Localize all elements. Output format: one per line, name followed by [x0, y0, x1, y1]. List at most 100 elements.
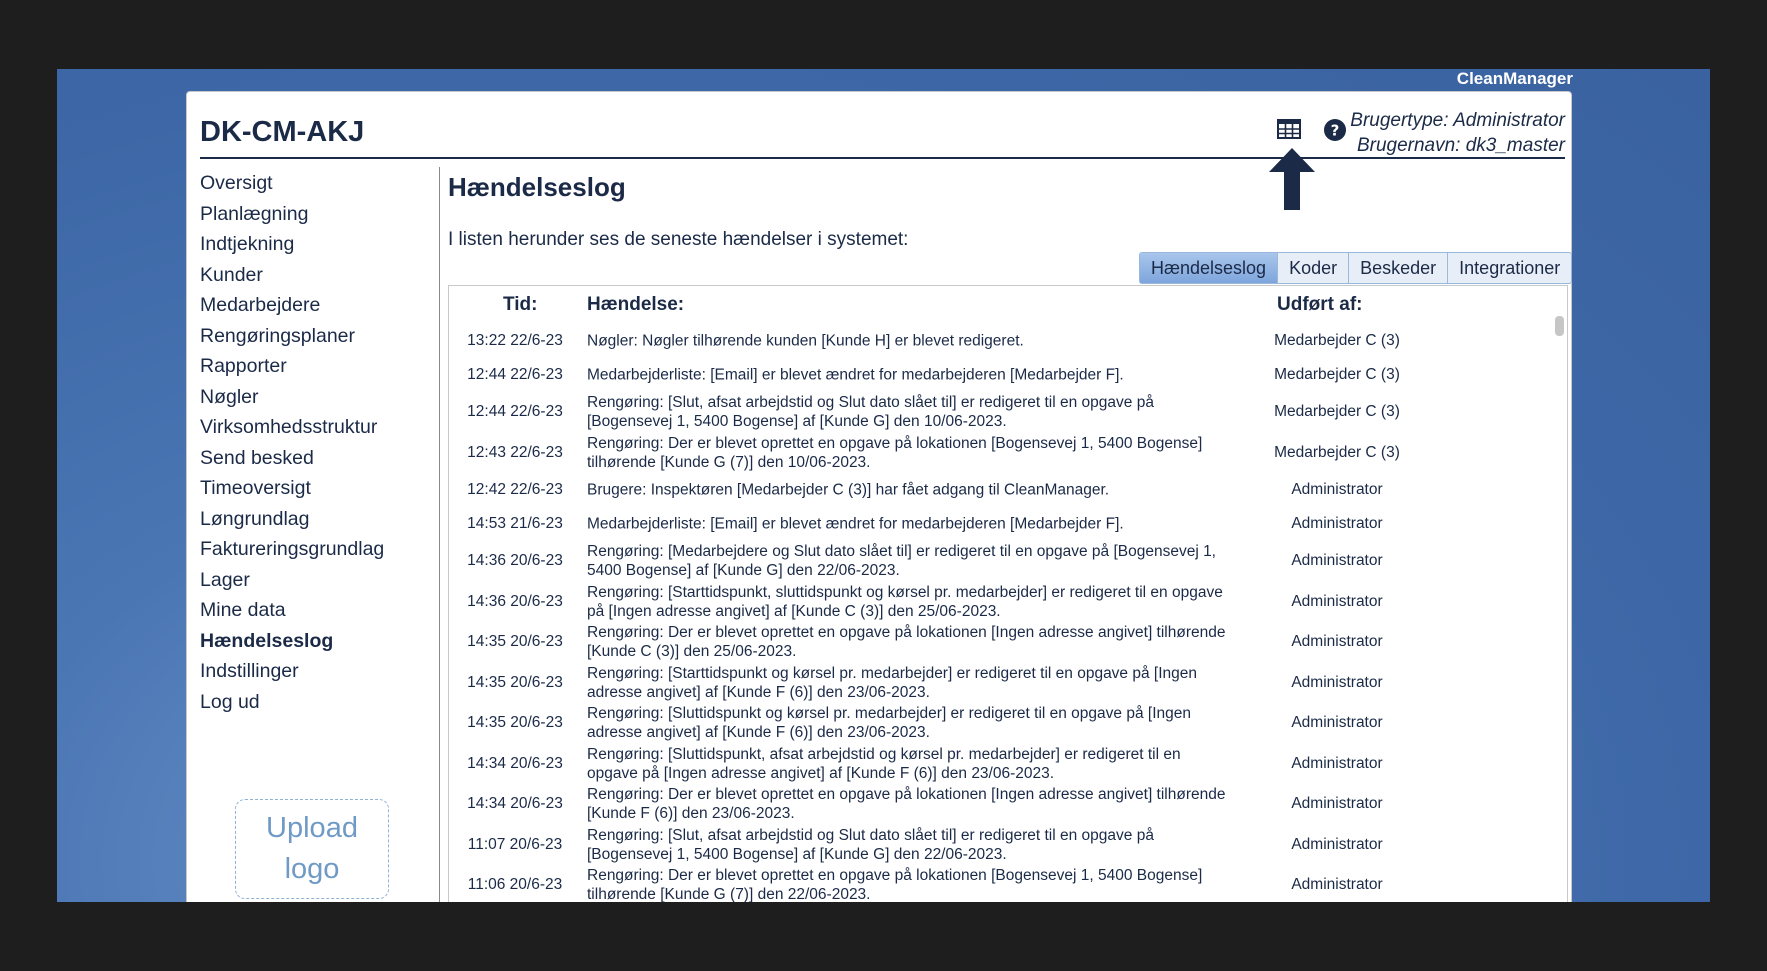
table-row: 14:35 20/6-23 Rengøring: [Starttidspunkt …	[449, 663, 1544, 704]
time-cell: 13:22 22/6-23	[467, 332, 563, 349]
performed-by-cell: Administrator	[1291, 754, 1383, 772]
table-row: 12:44 22/6-23 Medarbejderliste: [Email] e…	[449, 358, 1544, 392]
upload-logo-button[interactable]: Upload logo	[235, 799, 389, 899]
sidebar-item-rapporter[interactable]: Rapporter	[200, 351, 430, 382]
performed-by-cell: Administrator	[1291, 633, 1383, 651]
performed-by-cell: Medarbejder C (3)	[1274, 443, 1400, 461]
tab-bar: Hændelseslog Koder Beskeder Integrationer	[1139, 252, 1573, 284]
sidebar-item-indstillinger[interactable]: Indstillinger	[200, 656, 430, 687]
log-table-header: Tid: Hændelse: Udført af:	[449, 286, 1567, 318]
sidebar-item-faktureringsgrundlag[interactable]: Faktureringsgrundlag	[200, 534, 430, 565]
sidebar-item-longrundlag[interactable]: Løngrundlag	[200, 504, 430, 535]
tab-koder[interactable]: Koder	[1278, 253, 1350, 283]
sidebar-item-timeoversigt[interactable]: Timeoversigt	[200, 473, 430, 504]
table-grid-icon[interactable]	[1276, 118, 1302, 140]
column-header-time: Tid:	[503, 294, 538, 315]
sidebar-item-send-besked[interactable]: Send besked	[200, 443, 430, 474]
time-cell: 12:42 22/6-23	[467, 481, 563, 498]
performed-by-cell: Administrator	[1291, 876, 1383, 894]
performed-by-cell: Administrator	[1291, 673, 1383, 691]
event-log-panel: Tid: Hændelse: Udført af: 13:22 22/6-23 N…	[448, 285, 1568, 902]
time-cell: 14:53 21/6-23	[467, 515, 563, 532]
event-cell: Rengøring: Der er blevet oprettet en opg…	[587, 786, 1226, 823]
event-cell: Rengøring: Der er blevet oprettet en opg…	[587, 624, 1226, 661]
help-circle-icon[interactable]: ?	[1323, 118, 1347, 142]
table-row: 14:35 20/6-23 Rengøring: [Sluttidspunkt o…	[449, 703, 1544, 744]
sidebar-item-medarbejdere[interactable]: Medarbejdere	[200, 290, 430, 321]
sidebar-item-lager[interactable]: Lager	[200, 565, 430, 596]
page-intro-text: I listen herunder ses de seneste hændels…	[448, 229, 909, 250]
time-cell: 12:43 22/6-23	[467, 443, 563, 461]
event-cell: Rengøring: [Slut, afsat arbejdstid og Sl…	[587, 394, 1154, 431]
event-cell: Rengøring: Der er blevet oprettet en opg…	[587, 867, 1203, 902]
table-row: 14:36 20/6-23 Rengøring: [Starttidspunkt,…	[449, 582, 1544, 623]
event-cell: Brugere: Inspektøren [Medarbejder C (3)]…	[587, 481, 1110, 499]
sidebar-nav: Oversigt Planlægning Indtjekning Kunder Meda…	[200, 168, 430, 717]
performed-by-cell: Medarbejder C (3)	[1274, 332, 1400, 349]
sidebar-item-nogler[interactable]: Nøgler	[200, 382, 430, 413]
sidebar-item-oversigt[interactable]: Oversigt	[200, 168, 430, 199]
time-cell: 14:35 20/6-23	[467, 633, 563, 651]
performed-by-cell: Administrator	[1291, 481, 1383, 498]
event-cell: Rengøring: [Medarbejdere og Slut dato sl…	[587, 543, 1216, 580]
scrollbar-thumb[interactable]	[1555, 316, 1564, 336]
event-cell: Medarbejderliste: [Email] er blevet ændr…	[587, 515, 1124, 533]
performed-by-cell: Administrator	[1291, 552, 1383, 570]
time-cell: 14:36 20/6-23	[467, 552, 563, 570]
time-cell: 12:44 22/6-23	[467, 366, 563, 383]
time-cell: 14:36 20/6-23	[467, 592, 563, 610]
sidebar-item-planlaegning[interactable]: Planlægning	[200, 199, 430, 230]
sidebar-divider	[439, 167, 440, 902]
table-row: 14:35 20/6-23 Rengøring: Der er blevet op…	[449, 622, 1544, 663]
event-cell: Rengøring: [Sluttidspunkt, afsat arbejds…	[587, 745, 1181, 782]
sidebar-item-indtjekning[interactable]: Indtjekning	[200, 229, 430, 260]
user-name: Brugernavn: dk3_master	[1356, 135, 1565, 156]
table-row: 12:42 22/6-23 Brugere: Inspektøren [Medar…	[449, 473, 1544, 507]
device-frame: CleanManager DK-CM-AKJ ? Brugertype: Adm…	[0, 0, 1767, 971]
sidebar-item-log-ud[interactable]: Log ud	[200, 687, 430, 718]
upload-logo-label-line1: Upload	[266, 812, 358, 844]
desktop-background: CleanManager DK-CM-AKJ ? Brugertype: Adm…	[57, 69, 1710, 902]
event-cell: Nøgler: Nøgler tilhørende kunden [Kunde …	[587, 332, 1024, 350]
table-row: 14:53 21/6-23 Medarbejderliste: [Email] e…	[449, 507, 1544, 541]
performed-by-cell: Medarbejder C (3)	[1274, 366, 1400, 383]
sidebar-item-haendelseslog[interactable]: Hændelseslog	[200, 626, 430, 657]
event-cell: Rengøring: [Sluttidspunkt og kørsel pr. …	[587, 705, 1191, 742]
sidebar-item-virksomhedsstruktur[interactable]: Virksomhedsstruktur	[200, 412, 430, 443]
tab-beskeder[interactable]: Beskeder	[1349, 253, 1449, 283]
svg-text:?: ?	[1331, 122, 1340, 140]
time-cell: 11:07 20/6-23	[467, 835, 563, 853]
performed-by-cell: Administrator	[1291, 714, 1383, 732]
app-brand-label: CleanManager	[1456, 69, 1573, 88]
tab-integrationer[interactable]: Integrationer	[1448, 253, 1571, 283]
sidebar-item-rengoringsplaner[interactable]: Rengøringsplaner	[200, 321, 430, 352]
performed-by-cell: Administrator	[1291, 515, 1383, 532]
site-title: DK-CM-AKJ	[200, 116, 365, 148]
time-cell: 14:35 20/6-23	[467, 673, 563, 691]
log-table-body: 13:22 22/6-23 Nøgler: Nøgler tilhørende k…	[449, 324, 1544, 902]
app-window: DK-CM-AKJ ? Brugertype: Administrator Br…	[186, 91, 1573, 902]
sidebar-item-kunder[interactable]: Kunder	[200, 260, 430, 291]
event-cell: Rengøring: [Slut, afsat arbejdstid og Sl…	[587, 826, 1154, 863]
performed-by-cell: Administrator	[1291, 795, 1383, 813]
table-row: 12:44 22/6-23 Rengøring: [Slut, afsat arb…	[449, 392, 1544, 433]
time-cell: 11:06 20/6-23	[467, 876, 563, 894]
table-row: 11:06 20/6-23 Rengøring: Der er blevet op…	[449, 865, 1544, 902]
event-cell: Rengøring: Der er blevet oprettet en opg…	[587, 434, 1203, 471]
header-divider	[200, 157, 1565, 159]
table-row: 13:22 22/6-23 Nøgler: Nøgler tilhørende k…	[449, 324, 1544, 358]
performed-by-cell: Administrator	[1291, 592, 1383, 610]
performed-by-cell: Medarbejder C (3)	[1274, 403, 1400, 421]
table-row: 14:34 20/6-23 Rengøring: Der er blevet op…	[449, 784, 1544, 825]
table-row: 12:43 22/6-23 Rengøring: Der er blevet op…	[449, 433, 1544, 474]
event-cell: Rengøring: [Starttidspunkt, sluttidspunk…	[587, 583, 1223, 620]
sidebar-item-mine-data[interactable]: Mine data	[200, 595, 430, 626]
upload-logo-label-line2: logo	[284, 853, 340, 885]
user-info: Brugertype: Administrator Brugernavn: dk…	[1350, 108, 1565, 158]
time-cell: 12:44 22/6-23	[467, 403, 563, 421]
table-row: 14:36 20/6-23 Rengøring: [Medarbejdere og…	[449, 541, 1544, 582]
user-type: Brugertype: Administrator	[1350, 110, 1565, 131]
tab-hændelseslog[interactable]: Hændelseslog	[1140, 253, 1279, 283]
table-row: 11:07 20/6-23 Rengøring: [Slut, afsat arb…	[449, 825, 1544, 866]
column-header-event: Hændelse:	[587, 294, 685, 315]
